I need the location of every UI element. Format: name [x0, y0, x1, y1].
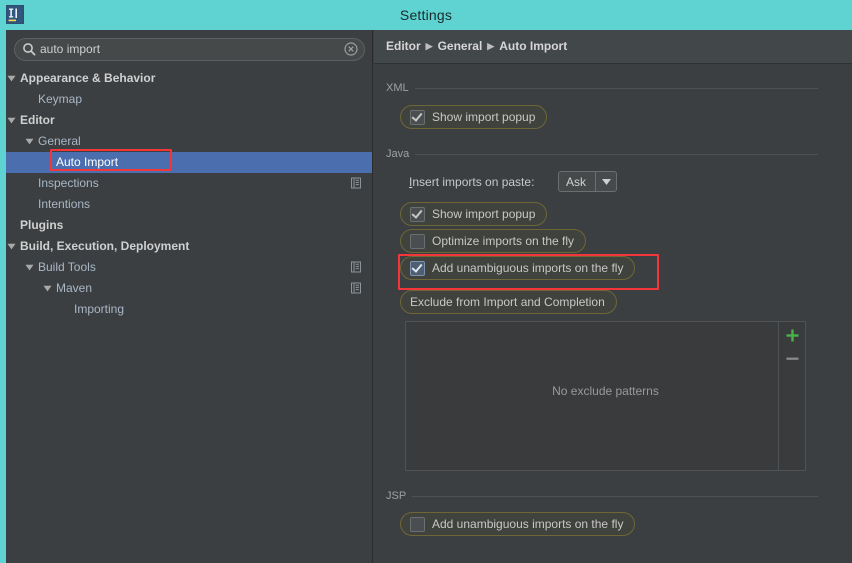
settings-window: Settings auto import Appearance & Beha: [0, 0, 852, 563]
checkbox-label: Add unambiguous imports on the fly: [432, 517, 623, 531]
breadcrumb-part-1[interactable]: General: [438, 39, 483, 53]
checkbox-indicator[interactable]: [410, 261, 425, 276]
checkbox-label: Show import popup: [432, 110, 535, 124]
sidebar-item-label: Importing: [74, 299, 124, 320]
chevron-down-icon[interactable]: [25, 263, 34, 272]
sidebar-item-label: Plugins: [20, 215, 63, 236]
chevron-down-icon[interactable]: [7, 242, 16, 251]
chevron-down-icon[interactable]: [7, 74, 16, 83]
settings-sidebar: auto import Appearance & BehaviorKeymapE…: [6, 30, 373, 563]
exclude-patterns-empty-text: No exclude patterns: [406, 384, 805, 398]
module-scope-icon: [350, 177, 362, 189]
chevron-down-icon[interactable]: [25, 137, 34, 146]
section-header-java: Java: [386, 148, 818, 160]
checkbox-label: Optimize imports on the fly: [432, 234, 574, 248]
dropdown-insert-imports-on-paste[interactable]: Ask: [556, 170, 619, 193]
checkbox-xml-show-import-popup[interactable]: Show import popup: [400, 105, 547, 129]
module-scope-icon: [350, 261, 362, 273]
sidebar-item-importing[interactable]: Importing: [6, 299, 372, 320]
checkbox-java-optimize-imports-on-the-fly[interactable]: Optimize imports on the fly: [400, 229, 586, 253]
settings-detail-pane: Editor ▶ General ▶ Auto Import XML Show …: [374, 30, 852, 563]
dropdown-value: Ask: [559, 172, 595, 191]
breadcrumb-separator-icon: ▶: [487, 41, 494, 52]
sidebar-item-appearance-behavior[interactable]: Appearance & Behavior: [6, 68, 372, 89]
chevron-down-icon[interactable]: [7, 116, 16, 125]
section-header-xml: XML: [386, 82, 818, 94]
section-label-xml: XML: [386, 82, 409, 94]
minus-icon[interactable]: [783, 349, 801, 367]
sidebar-item-label: Maven: [56, 278, 92, 299]
checkbox-jsp-add-unambiguous-imports-on-the-fly[interactable]: Add unambiguous imports on the fly: [400, 512, 635, 536]
window-title: Settings: [400, 7, 452, 23]
section-label-jsp: JSP: [386, 490, 406, 502]
sidebar-item-editor[interactable]: Editor: [6, 110, 372, 131]
section-rule: [412, 496, 818, 497]
sidebar-item-build-tools[interactable]: Build Tools: [6, 257, 372, 278]
sidebar-item-general[interactable]: General: [6, 131, 372, 152]
clear-circle-icon[interactable]: [344, 42, 358, 56]
module-scope-icon: [350, 282, 362, 294]
intellij-idea-logo-icon: [6, 5, 24, 24]
checkbox-indicator[interactable]: [410, 207, 425, 222]
sidebar-item-inspections[interactable]: Inspections: [6, 173, 372, 194]
checkbox-indicator[interactable]: [410, 517, 425, 532]
section-rule: [415, 154, 818, 155]
breadcrumb: Editor ▶ General ▶ Auto Import: [386, 39, 567, 53]
search-input-value: auto import: [40, 42, 100, 57]
sidebar-item-label: Editor: [20, 110, 55, 131]
sidebar-item-label: Build Tools: [38, 257, 96, 278]
sidebar-item-intentions[interactable]: Intentions: [6, 194, 372, 215]
checkbox-label: Add unambiguous imports on the fly: [432, 261, 623, 275]
checkbox-java-show-import-popup[interactable]: Show import popup: [400, 202, 547, 226]
sidebar-item-auto-import[interactable]: Auto Import: [6, 152, 372, 173]
chevron-down-icon[interactable]: [595, 172, 616, 191]
exclude-patterns-toolbar: [778, 322, 805, 470]
sidebar-item-keymap[interactable]: Keymap: [6, 89, 372, 110]
sidebar-item-plugins[interactable]: Plugins: [6, 215, 372, 236]
sidebar-item-label: Intentions: [38, 194, 90, 215]
settings-tree: Appearance & BehaviorKeymapEditorGeneral…: [6, 68, 372, 320]
row-insert-imports-on-paste: Insert imports on paste:: [400, 170, 545, 194]
breadcrumb-part-0[interactable]: Editor: [386, 39, 421, 53]
sidebar-item-build-execution-deployment[interactable]: Build, Execution, Deployment: [6, 236, 372, 257]
sidebar-item-label: Keymap: [38, 89, 82, 110]
title-bar: Settings: [0, 0, 852, 30]
search-box[interactable]: auto import: [14, 38, 365, 61]
breadcrumb-separator-icon: ▶: [426, 41, 433, 52]
plus-icon[interactable]: [783, 326, 801, 344]
sidebar-item-label: Appearance & Behavior: [20, 68, 155, 89]
breadcrumb-bar: Editor ▶ General ▶ Auto Import: [374, 30, 852, 64]
exclude-section-label: Exclude from Import and Completion: [410, 295, 605, 309]
sidebar-item-label: Inspections: [38, 173, 99, 194]
exclude-patterns-list[interactable]: No exclude patterns: [405, 321, 806, 471]
checkbox-indicator[interactable]: [410, 110, 425, 125]
insert-imports-on-paste-label: Insert imports on paste:: [409, 175, 534, 189]
section-header-jsp: JSP: [386, 490, 818, 502]
checkbox-indicator[interactable]: [410, 234, 425, 249]
checkbox-java-add-unambiguous-imports-on-the-fly[interactable]: Add unambiguous imports on the fly: [400, 256, 635, 280]
chevron-down-icon[interactable]: [43, 284, 52, 293]
sidebar-item-maven[interactable]: Maven: [6, 278, 372, 299]
section-label-java: Java: [386, 148, 409, 160]
sidebar-item-label: General: [38, 131, 81, 152]
sidebar-item-label: Build, Execution, Deployment: [20, 236, 189, 257]
breadcrumb-part-2: Auto Import: [499, 39, 567, 53]
section-rule: [415, 88, 818, 89]
label-exclude-from-import-and-completion: Exclude from Import and Completion: [400, 290, 617, 314]
search-icon: [22, 42, 36, 56]
sidebar-item-label: Auto Import: [56, 152, 118, 173]
checkbox-label: Show import popup: [432, 207, 535, 221]
